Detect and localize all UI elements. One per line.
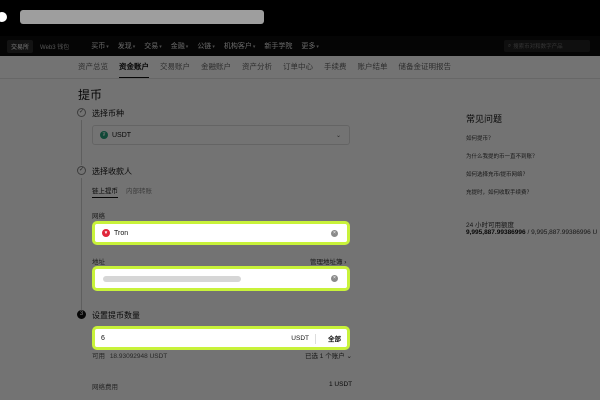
nav-item-chain[interactable]: 公链▾ (197, 41, 215, 51)
daily-limit-available: 9,995,887.99386996 (466, 229, 526, 236)
account-sub-tabs: 资产总览 资金账户 交易账户 金融账户 资产分析 订单中心 手续费 账户结单 储… (78, 56, 462, 78)
tab-asset-overview[interactable]: 资产总览 (78, 56, 108, 78)
site-nav: 交易所 Web3 钱包 买币▾ 发现▾ 交易▾ 金融▾ 公链▾ 机构客户▾ 新手… (0, 36, 600, 56)
chevron-down-icon: ▾ (185, 44, 189, 50)
nav-item-finance[interactable]: 金融▾ (171, 41, 189, 51)
network-fee-label: 网络费用 (92, 384, 118, 391)
nav-item-institutional[interactable]: 机构客户▾ (224, 41, 256, 51)
amount-unit: USDT (291, 334, 309, 342)
nav-item-buy[interactable]: 买币▾ (91, 41, 109, 51)
chevron-down-icon: ▾ (106, 44, 109, 50)
account-selector[interactable]: 已选 1 个账户 ⌄ (305, 350, 352, 360)
mode-tab-web3-wallet[interactable]: Web3 钱包 (36, 40, 73, 53)
tab-funding-account[interactable]: 资金账户 (119, 56, 149, 78)
tab-order-center[interactable]: 订单中心 (283, 56, 313, 78)
network-fee-value: 1 USDT (329, 381, 353, 388)
available-value: 18.93092948 USDT (109, 353, 168, 360)
chevron-down-icon: ▾ (316, 44, 319, 50)
coin-select[interactable]: ₮ USDT ⌄ (92, 125, 350, 145)
network-select[interactable]: ▼ Tron × (92, 221, 350, 245)
clear-icon[interactable]: × (331, 275, 338, 282)
window-control-dot[interactable] (0, 12, 7, 22)
address-label: 地址 (92, 259, 105, 266)
amount-input[interactable]: 6 USDT 全部 (92, 326, 350, 350)
nav-item-trade[interactable]: 交易▾ (144, 41, 162, 51)
coin-select-value: USDT (112, 131, 132, 139)
available-balance: 可用 18.93092948 USDT (92, 350, 167, 360)
network-label: 网络 (92, 213, 105, 220)
tron-network-icon: ▼ (102, 229, 110, 237)
usdt-coin-icon: ₮ (100, 131, 108, 139)
step-select-coin-title: 选择币种 (92, 109, 124, 118)
chevron-down-icon: ▾ (252, 44, 256, 50)
manage-address-book-link[interactable]: 管理地址簿 › (310, 256, 346, 266)
amount-value: 6 (101, 334, 105, 342)
browser-address-bar[interactable] (20, 10, 264, 24)
network-select-value: Tron (114, 229, 129, 237)
max-amount-button[interactable]: 全部 (328, 333, 341, 343)
nav-item-more[interactable]: 更多▾ (301, 41, 319, 51)
nav-menu: 买币▾ 发现▾ 交易▾ 金融▾ 公链▾ 机构客户▾ 新手学院 更多▾ (91, 41, 328, 51)
nav-item-academy[interactable]: 新手学院 (264, 41, 292, 51)
tab-earn-account[interactable]: 金融账户 (201, 56, 231, 78)
step-amount-title: 设置提币数量 (92, 311, 140, 320)
faq-link-choose-network[interactable]: 如何选择充币/提币网络？ (466, 170, 528, 178)
search-icon: ⌕ (508, 42, 512, 49)
header-divider (0, 78, 600, 79)
step-number-marker: 3 (77, 310, 86, 319)
daily-limit-label: 24 小时可用额度 (466, 222, 515, 229)
faq-title: 常见问题 (466, 114, 503, 124)
address-input[interactable]: × (92, 266, 350, 291)
chevron-down-icon: ▾ (212, 44, 215, 50)
tab-internal-transfer[interactable]: 内部转账 (126, 185, 152, 198)
browser-top-bar (0, 0, 600, 36)
nav-item-discover[interactable]: 发现▾ (118, 41, 136, 51)
faq-link-fees[interactable]: 充提时，如何收取手续费？ (466, 188, 532, 196)
tab-proof-of-reserves[interactable]: 储备金证明报告 (399, 56, 452, 78)
address-value-redacted (103, 275, 241, 282)
daily-limit-total: / 9,995,887.99386996 U (527, 229, 598, 236)
step-select-recipient-title: 选择收款人 (92, 167, 132, 176)
chevron-down-icon: ▾ (132, 44, 136, 50)
clear-icon[interactable]: × (331, 229, 338, 237)
tab-trading-account[interactable]: 交易账户 (160, 56, 190, 78)
daily-limit-value: 9,995,887.99386996 / 9,995,887.99386996 … (466, 229, 597, 236)
step-complete-check-icon: ✓ (77, 108, 86, 117)
chevron-down-icon: ⌄ (335, 132, 341, 139)
site-search-input[interactable]: ⌕ 搜索币对和数字产品 (504, 40, 590, 52)
tab-fees[interactable]: 手续费 (324, 56, 347, 78)
page-title: 提币 (78, 88, 103, 102)
step-rail (81, 120, 82, 165)
tab-statements[interactable]: 账户结单 (358, 56, 388, 78)
amount-divider (315, 334, 316, 344)
search-placeholder: 搜索币对和数字产品 (513, 44, 563, 50)
faq-link-not-received[interactable]: 为什么我提的币一直不到账？ (466, 152, 538, 160)
available-label: 可用 (92, 353, 105, 360)
faq-link-how-to-withdraw[interactable]: 如何提币？ (466, 134, 494, 142)
step-rail (81, 178, 82, 310)
tab-asset-analysis[interactable]: 资产分析 (242, 56, 272, 78)
mode-tab-exchange[interactable]: 交易所 (7, 39, 34, 53)
step-complete-check-icon: ✓ (77, 166, 86, 175)
chevron-down-icon: ▾ (159, 44, 162, 50)
tab-onchain-withdraw[interactable]: 链上提币 (92, 185, 118, 198)
recipient-tabs: 链上提币 内部转账 (92, 185, 160, 198)
